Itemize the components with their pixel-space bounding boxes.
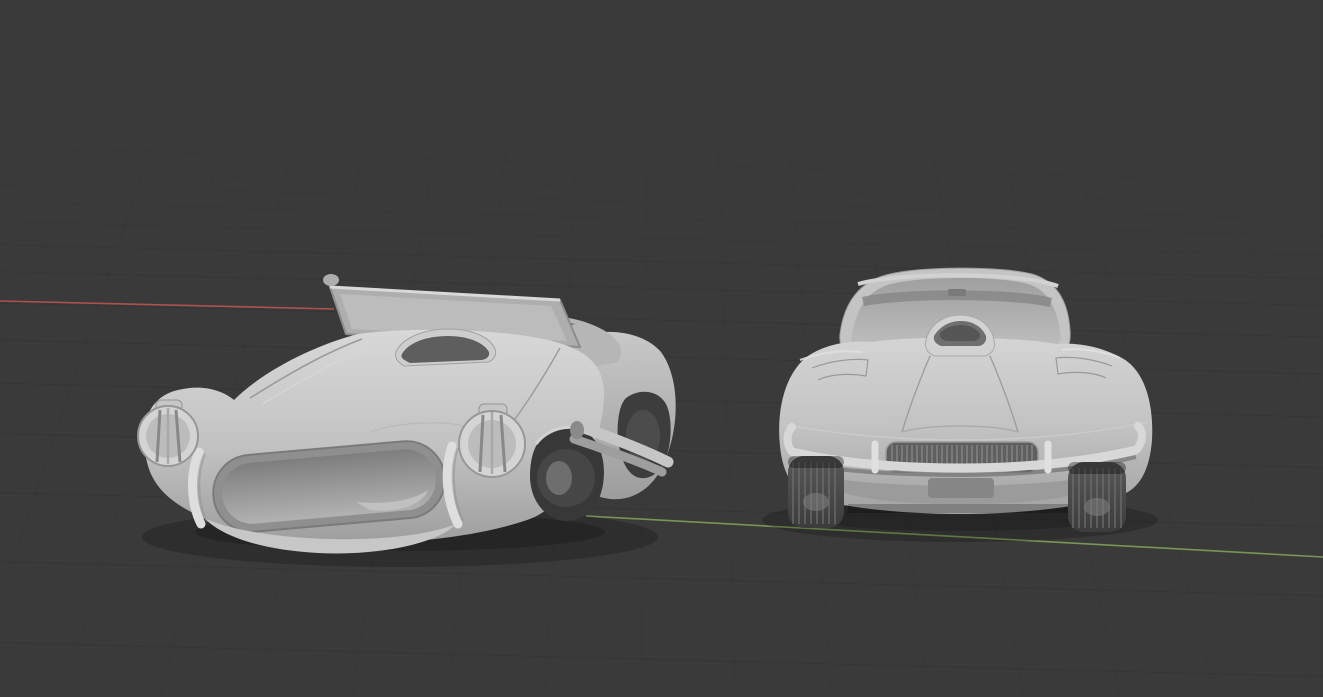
viewport-background <box>0 0 1323 697</box>
viewport-canvas[interactable] <box>0 0 1323 697</box>
coupe-rearview-mirror <box>948 289 966 296</box>
3d-viewport[interactable] <box>0 0 1323 697</box>
roadster-mirror <box>323 274 339 286</box>
coupe-front-tire-right <box>1068 462 1126 532</box>
coupe-front-tire-left <box>788 456 844 528</box>
